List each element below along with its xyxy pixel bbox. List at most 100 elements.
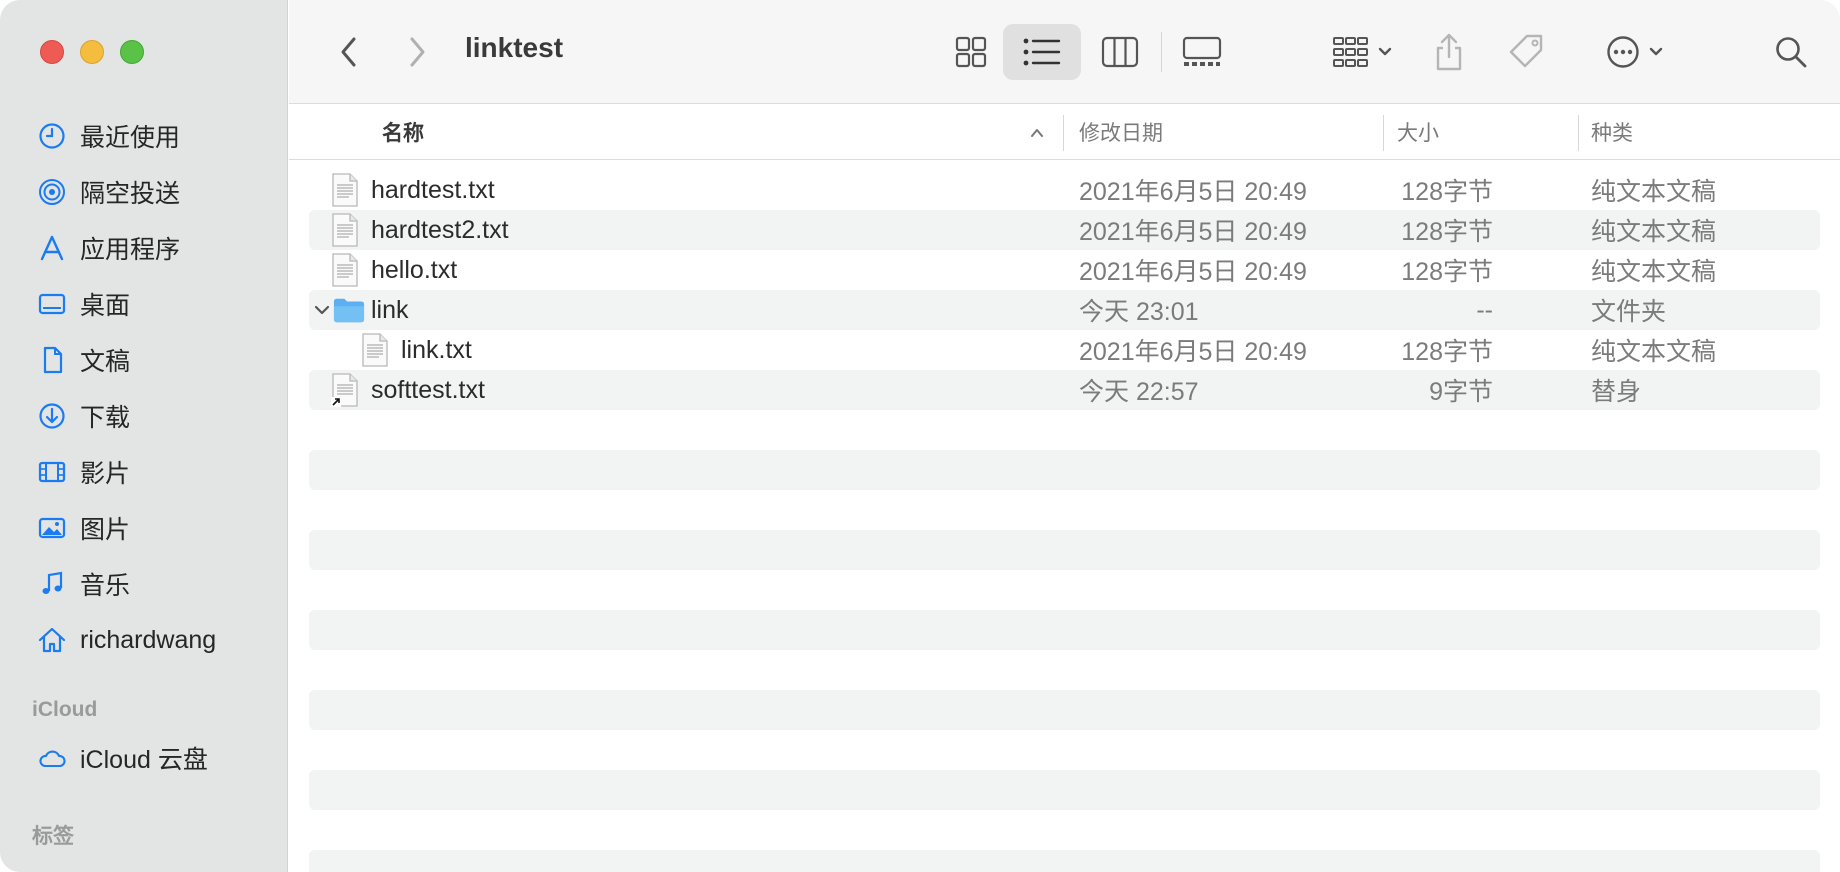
- toolbar-divider: [1161, 32, 1162, 72]
- column-name-label: 名称: [382, 122, 424, 145]
- window-controls: [40, 40, 144, 64]
- folder-icon: [333, 298, 365, 323]
- sidebar-item-music[interactable]: 音乐: [0, 556, 288, 612]
- file-size: 128字节: [1401, 178, 1493, 206]
- column-size-label: 大小: [1397, 122, 1439, 145]
- text-file-icon: [362, 333, 388, 367]
- file-size: 128字节: [1401, 258, 1493, 286]
- sidebar: 最近使用 隔空投送 应用程序 桌面 文稿 下载 影片 图片 音乐 richard…: [0, 0, 288, 872]
- file-date: 今天 22:57: [1079, 378, 1199, 406]
- file-row[interactable]: link 今天 23:01 -- 文件夹: [309, 290, 1820, 330]
- column-kind-label: 种类: [1591, 122, 1633, 145]
- sidebar-item-desktop[interactable]: 桌面: [0, 276, 288, 332]
- more-actions-button[interactable]: [1597, 24, 1673, 80]
- column-header-kind[interactable]: 种类: [1591, 105, 1811, 159]
- file-kind: 替身: [1591, 378, 1642, 406]
- sidebar-item-airdrop[interactable]: 隔空投送: [0, 164, 288, 220]
- download-icon: [36, 400, 68, 432]
- toolbar: linktest: [289, 0, 1840, 104]
- back-button[interactable]: [329, 30, 369, 74]
- alias-file-icon: [331, 373, 358, 407]
- file-name: link.txt: [401, 335, 472, 364]
- film-icon: [36, 456, 68, 488]
- file-kind: 纯文本文稿: [1591, 218, 1717, 246]
- column-view-button[interactable]: [1085, 24, 1155, 80]
- sidebar-item-label: 影片: [80, 460, 131, 488]
- empty-row: [309, 530, 1820, 570]
- file-kind: 纯文本文稿: [1591, 258, 1717, 286]
- sort-ascending-indicator[interactable]: [1025, 121, 1049, 145]
- file-date: 今天 23:01: [1079, 298, 1199, 326]
- list-view-button[interactable]: [1003, 24, 1081, 80]
- fullscreen-window-button[interactable]: [120, 40, 144, 64]
- file-row[interactable]: softtest.txt 今天 22:57 9字节 替身: [309, 370, 1820, 410]
- forward-button[interactable]: [397, 30, 437, 74]
- close-window-button[interactable]: [40, 40, 64, 64]
- ellipsis-circle-icon: [1607, 36, 1639, 68]
- column-divider[interactable]: [1578, 115, 1579, 151]
- grid-view-icon: [955, 36, 987, 68]
- search-button[interactable]: [1763, 24, 1819, 80]
- sidebar-item-recents[interactable]: 最近使用: [0, 108, 288, 164]
- column-divider[interactable]: [1063, 115, 1064, 151]
- file-name: hardtest.txt: [371, 175, 495, 204]
- column-header-name[interactable]: 名称: [382, 105, 902, 159]
- text-file-icon: [332, 173, 358, 207]
- sidebar-item-label: 文稿: [80, 348, 131, 376]
- file-size: 9字节: [1429, 378, 1493, 406]
- sidebar-favorites: 最近使用 隔空投送 应用程序 桌面 文稿 下载 影片 图片 音乐 richard…: [0, 108, 288, 850]
- share-button[interactable]: [1421, 24, 1477, 80]
- sidebar-item-pictures[interactable]: 图片: [0, 500, 288, 556]
- applications-icon: [36, 232, 68, 264]
- file-name: hardtest2.txt: [371, 215, 509, 244]
- icon-view-button[interactable]: [939, 24, 1003, 80]
- chevron-up-icon: [1031, 129, 1043, 137]
- file-kind: 文件夹: [1591, 298, 1667, 326]
- minimize-window-button[interactable]: [80, 40, 104, 64]
- chevron-right-icon: [410, 37, 425, 67]
- gallery-view-button[interactable]: [1167, 24, 1237, 80]
- sidebar-item-downloads[interactable]: 下载: [0, 388, 288, 444]
- column-header: 名称 修改日期 大小 种类: [289, 105, 1840, 160]
- cloud-icon: [36, 742, 68, 774]
- sidebar-section-icloud: iCloud: [32, 698, 98, 721]
- file-name: link: [371, 295, 409, 324]
- file-name: softtest.txt: [371, 375, 485, 404]
- column-divider[interactable]: [1383, 115, 1384, 151]
- sidebar-item-label: 隔空投送: [80, 180, 181, 208]
- file-row[interactable]: link.txt 2021年6月5日 20:49 128字节 纯文本文稿: [309, 330, 1820, 370]
- file-row[interactable]: hello.txt 2021年6月5日 20:49 128字节 纯文本文稿: [309, 250, 1820, 290]
- group-by-button[interactable]: [1325, 24, 1401, 80]
- file-name: hello.txt: [371, 255, 458, 284]
- sidebar-item-documents[interactable]: 文稿: [0, 332, 288, 388]
- sidebar-item-label: 下载: [80, 404, 131, 432]
- empty-row: [309, 450, 1820, 490]
- document-icon: [36, 344, 68, 376]
- sidebar-item-label: 图片: [80, 516, 131, 544]
- columns-view-icon: [1101, 36, 1139, 68]
- finder-window: 最近使用 隔空投送 应用程序 桌面 文稿 下载 影片 图片 音乐 richard…: [0, 0, 1840, 872]
- chevron-left-icon: [341, 37, 356, 67]
- disclosure-triangle-expanded-icon[interactable]: [312, 300, 332, 320]
- sidebar-item-home[interactable]: richardwang: [0, 612, 288, 668]
- clock-icon: [36, 120, 68, 152]
- text-file-icon: [332, 213, 358, 247]
- file-row[interactable]: hardtest.txt 2021年6月5日 20:49 128字节 纯文本文稿: [309, 170, 1820, 210]
- gallery-view-icon: [1182, 36, 1222, 66]
- airdrop-icon: [36, 176, 68, 208]
- empty-row: [309, 610, 1820, 650]
- sidebar-item-movies[interactable]: 影片: [0, 444, 288, 500]
- sidebar-item-applications[interactable]: 应用程序: [0, 220, 288, 276]
- sidebar-item-label: richardwang: [80, 625, 217, 654]
- file-kind: 纯文本文稿: [1591, 178, 1717, 206]
- sidebar-item-icloud-drive[interactable]: iCloud 云盘: [0, 730, 288, 786]
- column-header-size[interactable]: 大小: [1397, 105, 1577, 159]
- file-row[interactable]: hardtest2.txt 2021年6月5日 20:49 128字节 纯文本文…: [309, 210, 1820, 250]
- photo-icon: [36, 512, 68, 544]
- desktop-icon: [36, 288, 68, 320]
- tags-button[interactable]: [1495, 24, 1557, 80]
- sidebar-item-label: 音乐: [80, 572, 131, 600]
- file-size: 128字节: [1401, 338, 1493, 366]
- file-size: --: [1476, 295, 1493, 324]
- column-header-date[interactable]: 修改日期: [1079, 105, 1379, 159]
